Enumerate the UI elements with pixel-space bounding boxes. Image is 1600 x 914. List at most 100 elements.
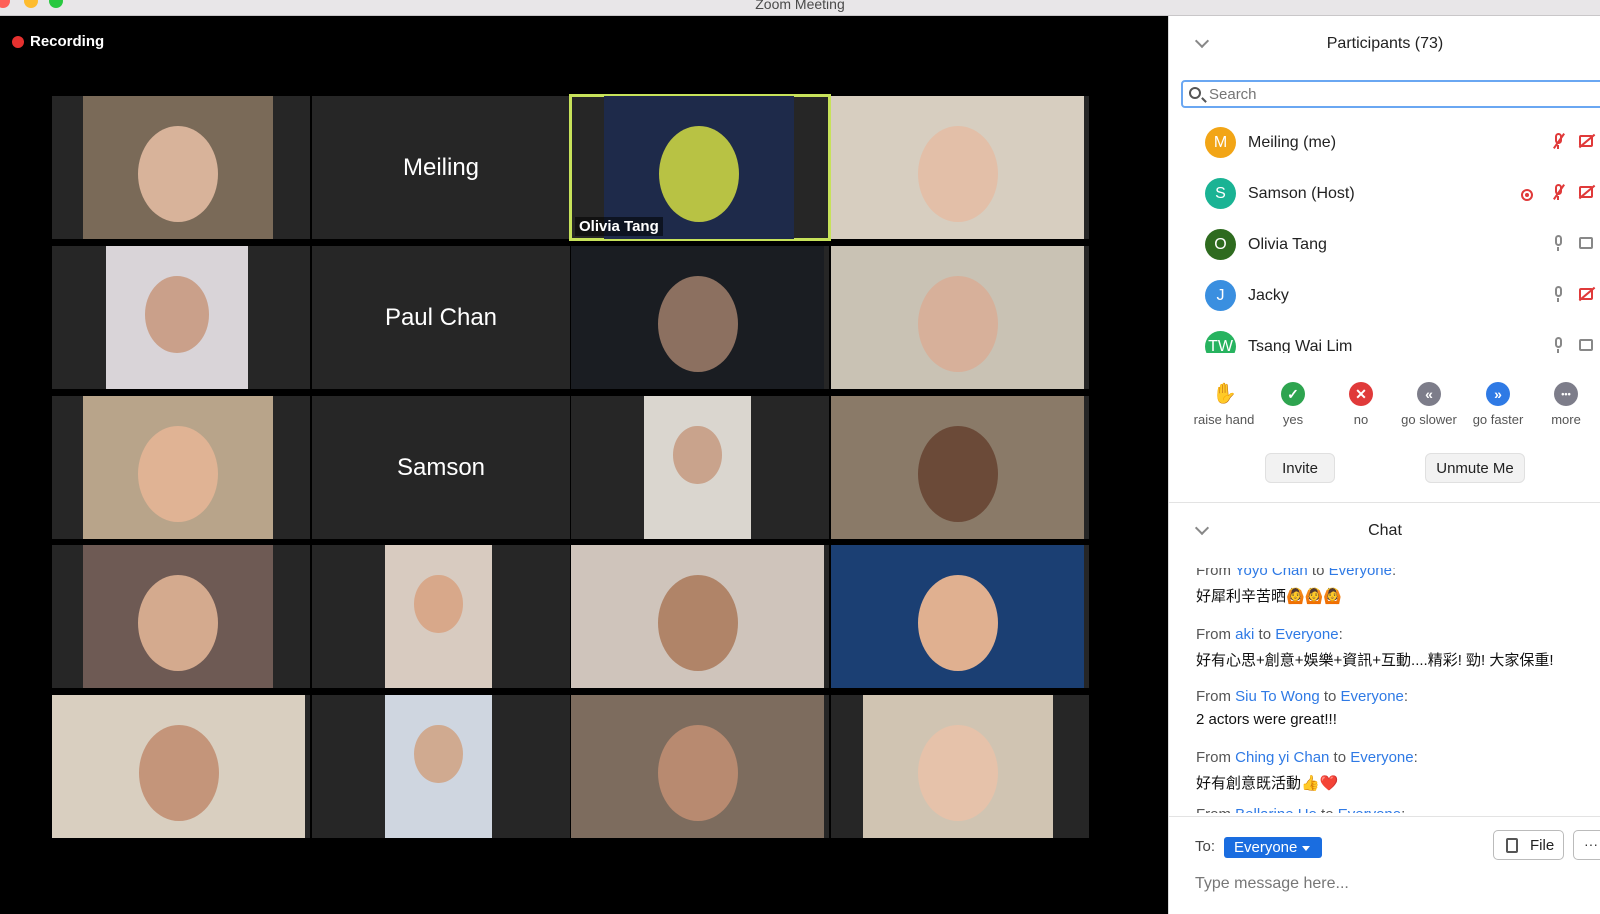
- chat-sender[interactable]: Bellarine Ho: [1235, 806, 1317, 813]
- video-tile[interactable]: Meiling: [312, 96, 570, 239]
- video-tile[interactable]: Paul Chan: [312, 246, 570, 389]
- to-label: To:: [1195, 838, 1216, 855]
- video-tile[interactable]: [52, 246, 310, 389]
- window-title: Zoom Meeting: [755, 0, 845, 12]
- chat-more-button[interactable]: ···: [1573, 830, 1600, 860]
- video-tile[interactable]: Samson: [312, 396, 570, 539]
- chat-recipient[interactable]: Everyone: [1329, 568, 1392, 579]
- participant-row[interactable]: M Meiling (me): [1169, 119, 1600, 170]
- chat-divider: [1169, 816, 1600, 817]
- video-tile[interactable]: [52, 695, 310, 838]
- chat-recipient[interactable]: Everyone: [1350, 749, 1413, 766]
- reaction-go-faster-button[interactable]: » go faster: [1463, 382, 1533, 427]
- participant-search-input[interactable]: [1209, 84, 1589, 104]
- camera-icon[interactable]: [1579, 339, 1593, 351]
- camera-off-icon[interactable]: [1579, 288, 1593, 300]
- video-tile[interactable]: [831, 96, 1089, 239]
- participant-search-box[interactable]: [1181, 80, 1600, 108]
- participant-face: [138, 126, 218, 222]
- participant-row[interactable]: TW Tsang Wai Lim: [1169, 323, 1600, 353]
- reaction-more-button[interactable]: ••• more: [1531, 382, 1600, 427]
- file-icon: [1506, 838, 1518, 853]
- reaction-label: more: [1551, 412, 1581, 427]
- video-tile[interactable]: [571, 396, 829, 539]
- participant-face: [917, 426, 998, 522]
- video-feed: [831, 545, 1084, 688]
- video-tile[interactable]: [831, 246, 1089, 389]
- reaction-raise-hand-button[interactable]: ✋ raise hand: [1189, 382, 1259, 427]
- video-feed: [83, 545, 273, 688]
- search-icon: [1189, 87, 1201, 99]
- mic-icon[interactable]: [1553, 337, 1563, 353]
- participant-row[interactable]: O Olivia Tang: [1169, 221, 1600, 272]
- chat-sender[interactable]: Ching yi Chan: [1235, 749, 1329, 766]
- camera-off-icon[interactable]: [1579, 135, 1593, 147]
- reaction-yes-button[interactable]: ✓ yes: [1258, 382, 1328, 427]
- participant-name: Olivia Tang: [1248, 236, 1327, 253]
- video-off-name: Samson: [396, 453, 486, 481]
- chat-message-input[interactable]: [1195, 873, 1585, 895]
- camera-icon[interactable]: [1579, 237, 1593, 249]
- recording-dot-icon: [12, 35, 24, 48]
- recipient-dropdown[interactable]: Everyone: [1224, 837, 1322, 858]
- chat-sender[interactable]: Yoyo Chan: [1235, 568, 1308, 579]
- video-tile[interactable]: [831, 545, 1089, 688]
- mic-muted-icon[interactable]: [1553, 184, 1563, 200]
- participant-face: [918, 725, 998, 821]
- video-tile[interactable]: [831, 695, 1089, 838]
- participant-row[interactable]: J Jacky: [1169, 272, 1600, 323]
- participant-face: [917, 126, 998, 222]
- video-feed: [831, 96, 1084, 239]
- file-button-label: File: [1530, 837, 1555, 854]
- more-icon: •••: [1554, 382, 1578, 406]
- participant-face: [657, 725, 738, 821]
- participant-row[interactable]: S Samson (Host): [1169, 170, 1600, 221]
- chat-message-text: 好犀利辛苦晒🙆🙆🙆: [1196, 588, 1343, 605]
- mic-muted-icon[interactable]: [1553, 133, 1563, 149]
- video-tile[interactable]: [571, 545, 829, 688]
- unmute-me-button[interactable]: Unmute Me: [1425, 453, 1525, 483]
- video-tile[interactable]: [52, 96, 310, 239]
- colon: :: [1338, 626, 1343, 643]
- rewind-icon: «: [1417, 382, 1441, 406]
- reaction-go-slower-button[interactable]: « go slower: [1394, 382, 1464, 427]
- video-tile[interactable]: [52, 396, 310, 539]
- colon: :: [1403, 688, 1409, 705]
- participant-face: [657, 575, 738, 671]
- from-word: From: [1196, 568, 1235, 579]
- chat-message-header: From Yoyo Chan to Everyone:: [1196, 568, 1596, 579]
- video-feed: [571, 695, 824, 838]
- chat-sender[interactable]: Siu To Wong: [1235, 688, 1320, 705]
- colon: :: [1413, 749, 1418, 766]
- video-feed: [385, 695, 492, 838]
- video-tile[interactable]: [571, 246, 829, 389]
- colon: :: [1401, 806, 1405, 813]
- video-tile[interactable]: [571, 695, 829, 838]
- mic-icon[interactable]: [1553, 286, 1563, 302]
- chat-message-header: From Ching yi Chan to Everyone:: [1196, 749, 1596, 766]
- chat-recipient[interactable]: Everyone: [1338, 806, 1401, 813]
- video-feed: [385, 545, 492, 688]
- video-tile[interactable]: [312, 545, 570, 688]
- participant-face: [145, 276, 209, 353]
- invite-button[interactable]: Invite: [1265, 453, 1335, 483]
- participant-face: [138, 426, 218, 522]
- mic-icon[interactable]: [1553, 235, 1563, 251]
- chat-message-text: 2 actors were great!!!: [1196, 711, 1337, 728]
- file-button[interactable]: File: [1493, 830, 1564, 860]
- participant-face: [138, 575, 218, 671]
- video-tile[interactable]: [312, 695, 570, 838]
- video-tile[interactable]: Olivia Tang: [569, 94, 831, 241]
- chat-sender[interactable]: aki: [1235, 626, 1254, 643]
- chat-title: Chat: [1368, 522, 1402, 539]
- reaction-bar: ✋ raise hand ✓ yes ✕ no « go slower » go faster ••…: [1169, 382, 1600, 438]
- camera-off-icon[interactable]: [1579, 186, 1593, 198]
- video-tile[interactable]: [52, 545, 310, 688]
- to-word: to: [1319, 688, 1341, 705]
- video-tile[interactable]: [831, 396, 1089, 539]
- chat-recipient[interactable]: Everyone: [1275, 626, 1338, 643]
- reaction-no-button[interactable]: ✕ no: [1326, 382, 1396, 427]
- chat-recipient[interactable]: Everyone: [1341, 688, 1404, 705]
- window-titlebar: Zoom Meeting: [0, 0, 1600, 16]
- participant-avatar: S: [1205, 178, 1236, 209]
